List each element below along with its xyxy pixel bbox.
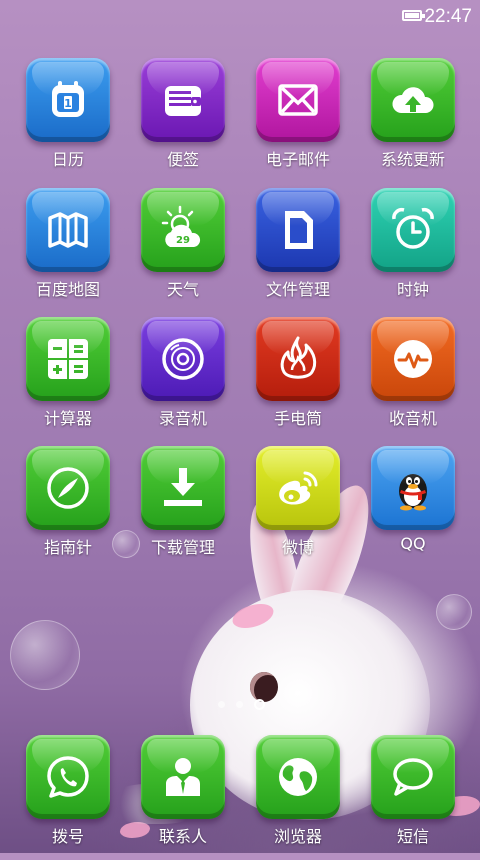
svg-text:1: 1 <box>64 97 72 110</box>
bubble <box>10 620 80 690</box>
app-label: 文件管理 <box>265 280 330 299</box>
message-icon <box>393 758 433 796</box>
app-tile: 1 <box>26 58 110 142</box>
page-dot[interactable] <box>218 701 225 708</box>
page-indicator <box>210 699 274 711</box>
app-label: 拨号 <box>51 827 84 846</box>
app-tile: 29 <box>141 188 225 272</box>
app-tile <box>256 446 340 530</box>
recorder-icon <box>162 338 204 380</box>
app-tile <box>26 446 110 530</box>
mail-icon <box>278 84 318 116</box>
app-weather[interactable]: 29 天气 <box>128 188 238 313</box>
notes-icon <box>165 86 201 116</box>
app-tile <box>256 317 340 401</box>
app-label: 指南针 <box>43 538 92 557</box>
cloud-upload-icon <box>392 87 434 113</box>
app-tile <box>141 317 225 401</box>
app-weibo[interactable]: 微博 <box>243 446 353 571</box>
contact-icon <box>166 758 200 796</box>
app-label: 录音机 <box>158 409 207 428</box>
app-tile <box>256 735 340 819</box>
app-tile <box>371 735 455 819</box>
app-tile <box>371 188 455 272</box>
app-label: 时钟 <box>396 280 429 299</box>
status-bar: 22:47 <box>0 0 480 34</box>
app-baidu-map[interactable]: 百度地图 <box>13 188 123 313</box>
status-time: 22:47 <box>424 6 472 27</box>
app-calendar[interactable]: 1 日历 <box>13 58 123 183</box>
calculator-icon <box>48 339 88 379</box>
globe-icon <box>279 758 317 796</box>
app-label: 微博 <box>281 538 314 557</box>
app-label: 系统更新 <box>380 150 445 169</box>
alarm-clock-icon <box>392 207 434 249</box>
app-radio[interactable]: 收音机 <box>358 317 468 442</box>
app-download-manager[interactable]: 下载管理 <box>128 446 238 571</box>
page-dot-active[interactable] <box>254 699 265 710</box>
app-tile <box>141 58 225 142</box>
app-label: 便签 <box>166 150 199 169</box>
page-dot[interactable] <box>236 701 243 708</box>
app-tile <box>256 188 340 272</box>
app-label: 天气 <box>166 280 199 299</box>
bunny-eye <box>250 672 278 702</box>
qq-penguin-icon <box>399 474 427 511</box>
app-tile <box>371 58 455 142</box>
app-label: 短信 <box>396 827 429 846</box>
app-calculator[interactable]: 计算器 <box>13 317 123 442</box>
app-file-manager[interactable]: 文件管理 <box>243 188 353 313</box>
app-tile <box>26 188 110 272</box>
app-system-update[interactable]: 系统更新 <box>358 58 468 183</box>
app-label: 下载管理 <box>150 538 215 557</box>
weather-temperature: 29 <box>176 235 190 246</box>
app-label: 电子邮件 <box>265 150 330 169</box>
phone-icon <box>47 756 89 798</box>
app-flashlight[interactable]: 手电筒 <box>243 317 353 442</box>
radio-icon <box>394 340 432 378</box>
app-tile <box>26 317 110 401</box>
app-label: 日历 <box>51 150 84 169</box>
app-qq[interactable]: QQ <box>358 446 468 571</box>
download-icon <box>164 468 202 506</box>
file-icon <box>285 211 313 249</box>
app-tile <box>256 58 340 142</box>
app-label: 收音机 <box>388 409 437 428</box>
map-icon <box>48 212 88 248</box>
dock-browser[interactable]: 浏览器 <box>243 735 353 860</box>
dock-messages[interactable]: 短信 <box>358 735 468 860</box>
compass-icon <box>47 467 89 509</box>
weather-icon: 29 <box>161 205 201 247</box>
app-tile <box>371 317 455 401</box>
app-label: 联系人 <box>158 827 207 846</box>
dock-contacts[interactable]: 联系人 <box>128 735 238 860</box>
app-label: 浏览器 <box>273 827 322 846</box>
app-tile <box>141 446 225 530</box>
calendar-icon: 1 <box>52 81 84 117</box>
app-email[interactable]: 电子邮件 <box>243 58 353 183</box>
battery-icon <box>402 10 425 21</box>
app-compass[interactable]: 指南针 <box>13 446 123 571</box>
app-tile <box>26 735 110 819</box>
flame-icon <box>280 336 317 379</box>
weibo-icon <box>279 471 318 505</box>
app-label: 百度地图 <box>35 280 100 299</box>
app-recorder[interactable]: 录音机 <box>128 317 238 442</box>
app-tile <box>141 735 225 819</box>
bubble <box>436 594 472 630</box>
app-label: 计算器 <box>43 409 92 428</box>
dock-phone[interactable]: 拨号 <box>13 735 123 860</box>
app-clock[interactable]: 时钟 <box>358 188 468 313</box>
app-label: 手电筒 <box>273 409 322 428</box>
app-label: QQ <box>400 534 426 553</box>
app-notes[interactable]: 便签 <box>128 58 238 183</box>
app-tile <box>371 446 455 530</box>
